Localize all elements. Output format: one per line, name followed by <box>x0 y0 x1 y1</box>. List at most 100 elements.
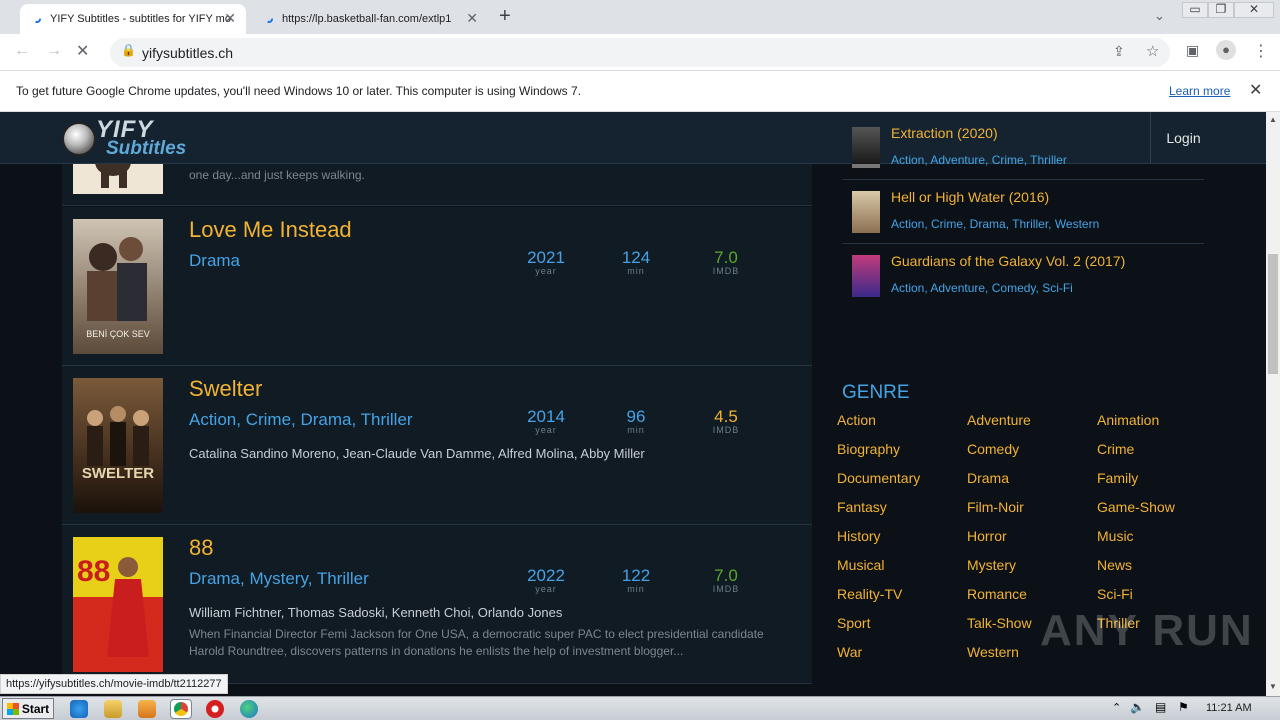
genre-link[interactable]: Horror <box>967 528 1007 544</box>
close-window-button[interactable]: ✕ <box>1234 2 1274 18</box>
new-tab-icon[interactable]: + <box>499 5 511 28</box>
scroll-up-icon[interactable]: ▲ <box>1269 115 1277 124</box>
year-label: year <box>535 425 557 435</box>
sidebar-partial-item <box>842 164 1204 176</box>
lock-icon[interactable]: 🔒 <box>121 43 136 57</box>
genre-link[interactable]: Musical <box>837 557 884 573</box>
genre-link[interactable]: War <box>837 644 862 660</box>
genre-link[interactable]: Sci-Fi <box>1097 586 1133 602</box>
movie-poster[interactable]: BENİ ÇOK SEV <box>73 219 163 354</box>
show-hidden-icons-icon[interactable]: ⌃ <box>1112 701 1121 714</box>
genre-heading: GENRE <box>842 382 910 403</box>
close-icon[interactable]: ✕ <box>1249 80 1262 100</box>
minimize-button[interactable]: ▭ <box>1182 2 1208 18</box>
scroll-down-icon[interactable]: ▼ <box>1269 682 1277 691</box>
start-label: Start <box>21 701 50 716</box>
movie-title[interactable]: Swelter <box>189 376 262 402</box>
year-value: 2014 <box>527 407 565 426</box>
genre-link[interactable]: Music <box>1097 528 1134 544</box>
genre-link[interactable]: News <box>1097 557 1132 573</box>
genre-link[interactable]: History <box>837 528 881 544</box>
genre-link[interactable]: Sport <box>837 615 870 631</box>
edge-icon[interactable] <box>240 700 258 718</box>
genre-link[interactable]: Action <box>837 412 876 428</box>
sidebar-movie-title[interactable]: Hell or High Water (2016) <box>891 189 1049 205</box>
menu-kebab-icon[interactable]: ⋮ <box>1253 41 1269 61</box>
movie-thumbnail[interactable] <box>852 255 880 297</box>
learn-more-link[interactable]: Learn more <box>1169 84 1230 98</box>
tab-basketball[interactable]: https://lp.basketball-fan.com/extlp1 ✕ <box>252 4 488 34</box>
genre-link[interactable]: Family <box>1097 470 1138 486</box>
runtime-label: min <box>627 425 645 435</box>
file-explorer-icon[interactable] <box>104 700 122 718</box>
movie-item[interactable]: 88 88 Drama, Mystery, Thriller 2022 year… <box>62 525 812 684</box>
chrome-taskbar-button[interactable] <box>170 699 192 719</box>
action-center-flag-icon[interactable]: ⚑ <box>1178 700 1189 714</box>
start-button[interactable]: Start <box>2 698 54 719</box>
back-icon[interactable]: ← <box>14 42 30 60</box>
profile-icon[interactable]: ● <box>1216 40 1236 60</box>
genre-link[interactable]: Talk-Show <box>967 615 1032 631</box>
sidebar-movie-title[interactable]: Extraction (2020) <box>891 125 998 141</box>
genre-link[interactable]: Documentary <box>837 470 920 486</box>
genre-link[interactable]: Romance <box>967 586 1027 602</box>
poster-text: SWELTER <box>82 465 154 482</box>
genre-link[interactable]: Film-Noir <box>967 499 1024 515</box>
movie-title[interactable]: 88 <box>189 535 213 561</box>
year-value: 2021 <box>527 248 565 267</box>
rating-label: IMDB <box>712 425 740 435</box>
genre-link[interactable]: Crime <box>1097 441 1134 457</box>
movie-title[interactable]: Love Me Instead <box>189 217 352 243</box>
movie-thumbnail[interactable] <box>852 191 880 233</box>
taskbar-clock[interactable]: 11:21 AM <box>1206 702 1252 714</box>
tab-yify[interactable]: YIFY Subtitles - subtitles for YIFY mo ✕ <box>20 4 246 34</box>
maximize-button[interactable]: ❐ <box>1208 2 1234 18</box>
media-player-icon[interactable] <box>138 700 156 718</box>
genre-link[interactable]: Animation <box>1097 412 1159 428</box>
close-tab-icon[interactable]: ✕ <box>224 10 236 27</box>
address-bar[interactable]: 🔒 yifysubtitles.ch ⇪ ☆ <box>110 38 1170 67</box>
genre-link[interactable]: Drama <box>967 470 1009 486</box>
movie-poster[interactable]: 88 <box>73 537 163 672</box>
movie-year: 2014 year <box>516 408 576 435</box>
movie-poster[interactable]: SWELTER <box>73 378 163 513</box>
poster-text: 88 <box>77 555 110 588</box>
forward-icon[interactable]: → <box>46 42 62 60</box>
movie-description: one day...and just keeps walking. <box>189 168 365 182</box>
tab-search-icon[interactable]: ⌄ <box>1154 8 1165 24</box>
page-scrollbar[interactable]: ▲ ▼ <box>1266 112 1280 696</box>
genre-link[interactable]: Fantasy <box>837 499 887 515</box>
genre-link[interactable]: Mystery <box>967 557 1016 573</box>
sidebar-popular-item[interactable]: Guardians of the Galaxy Vol. 2 (2017) Ac… <box>842 244 1204 308</box>
opera-icon[interactable] <box>206 700 224 718</box>
windows-logo-icon <box>6 702 19 715</box>
scrollbar-thumb[interactable] <box>1268 254 1278 374</box>
loading-icon <box>32 14 42 24</box>
genre-link[interactable]: Reality-TV <box>837 586 902 602</box>
movie-rating: 7.0 IMDB <box>696 567 756 594</box>
movie-rating: 7.0 IMDB <box>696 249 756 276</box>
bookmark-star-icon[interactable]: ☆ <box>1146 42 1159 60</box>
movie-thumbnail[interactable] <box>852 127 880 169</box>
volume-icon[interactable]: 🔈 <box>1130 700 1145 714</box>
site-logo[interactable]: YIFY Subtitles <box>60 116 220 160</box>
internet-explorer-icon[interactable] <box>70 700 88 718</box>
genre-link[interactable]: Game-Show <box>1097 499 1175 515</box>
tab-title: https://lp.basketball-fan.com/extlp1 <box>282 13 452 25</box>
network-icon[interactable]: ▤ <box>1155 700 1166 714</box>
movie-item[interactable]: BENİ ÇOK SEV Love Me Instead Drama 2021 … <box>62 207 812 366</box>
genre-link[interactable]: Adventure <box>967 412 1031 428</box>
sidebar-popular-item[interactable]: Hell or High Water (2016) Action, Crime,… <box>842 180 1204 244</box>
movie-item[interactable]: SWELTER Swelter Action, Crime, Drama, Th… <box>62 366 812 525</box>
side-panel-icon[interactable]: ▣ <box>1186 42 1199 59</box>
sidebar-movie-title[interactable]: Guardians of the Galaxy Vol. 2 (2017) <box>891 253 1125 269</box>
share-icon[interactable]: ⇪ <box>1113 43 1125 60</box>
genre-link[interactable]: Biography <box>837 441 900 457</box>
url-text[interactable]: yifysubtitles.ch <box>142 45 233 61</box>
genre-link[interactable]: Comedy <box>967 441 1019 457</box>
genre-link[interactable]: Western <box>967 644 1019 660</box>
stop-icon[interactable]: ✕ <box>76 41 89 61</box>
movie-year: 2022 year <box>516 567 576 594</box>
close-tab-icon[interactable]: ✕ <box>466 10 478 27</box>
logo-text-bottom: Subtitles <box>106 138 187 159</box>
